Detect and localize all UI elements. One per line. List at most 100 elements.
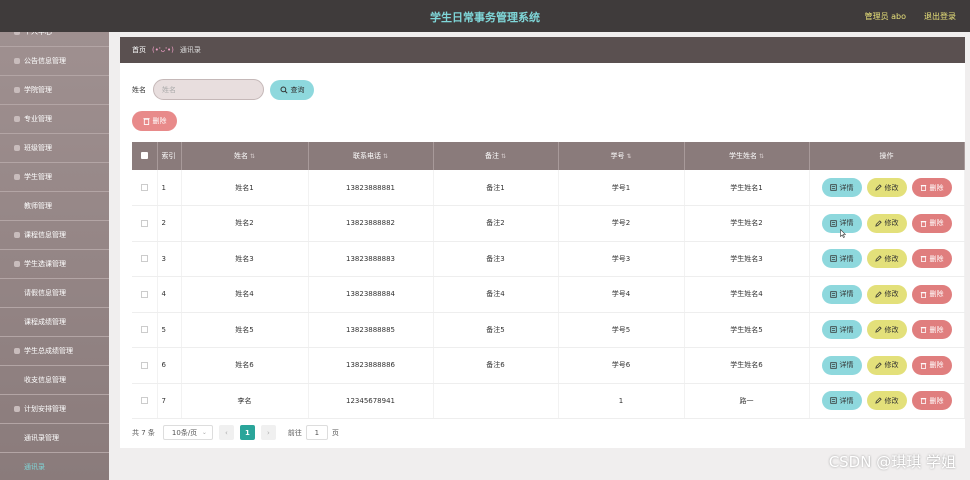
edit-button[interactable]: 修改	[866, 355, 907, 375]
detail-button[interactable]: 详情	[821, 249, 862, 269]
sort-icon[interactable]: ⇅	[626, 153, 631, 160]
edit-button[interactable]: 修改	[866, 284, 907, 304]
row-checkbox[interactable]	[140, 255, 148, 263]
sidebar-item[interactable]: 计划安排管理	[0, 395, 109, 424]
cell-phone: 13823888885	[308, 312, 434, 348]
delete-button[interactable]: 删除	[911, 284, 952, 304]
detail-button[interactable]: 详情	[821, 355, 862, 375]
cell-student-id: 学号5	[558, 312, 685, 348]
menu-icon	[14, 348, 20, 354]
col-student-name[interactable]: 学生姓名 ⇅	[684, 142, 810, 170]
cell-name: 姓名2	[181, 205, 309, 242]
row-select-cell[interactable]	[132, 205, 158, 242]
sort-icon[interactable]: ⇅	[383, 153, 388, 160]
detail-button[interactable]: 详情	[821, 284, 862, 304]
menu-icon	[14, 174, 20, 180]
row-checkbox[interactable]	[140, 326, 148, 334]
sidebar-item[interactable]: 学院管理	[0, 76, 109, 105]
detail-button[interactable]: 详情	[821, 391, 862, 411]
row-select-cell[interactable]	[132, 383, 158, 419]
col-phone[interactable]: 联系电话 ⇅	[308, 142, 434, 170]
row-checkbox[interactable]	[140, 397, 148, 405]
sidebar-item[interactable]: 学生管理	[0, 163, 109, 192]
page-size-select[interactable]: 10条/页 ⌄	[162, 425, 213, 440]
sidebar-item[interactable]: 专业管理	[0, 105, 109, 134]
prev-page-button[interactable]: ‹	[218, 425, 234, 440]
next-page-button[interactable]: ›	[260, 425, 276, 440]
delete-button[interactable]: 删除	[911, 320, 952, 340]
search-input[interactable]: 姓名	[153, 79, 264, 100]
app-title: 学生日常事务管理系统	[430, 11, 540, 24]
row-select-cell[interactable]	[132, 347, 158, 384]
page-number-button[interactable]: 1	[239, 425, 255, 440]
page-size-value: 10条/页	[171, 428, 198, 437]
cell-index: 1	[157, 170, 182, 206]
row-checkbox[interactable]	[140, 184, 148, 191]
delete-button[interactable]: 删除	[911, 391, 952, 411]
row-select-cell[interactable]	[132, 276, 158, 313]
sort-icon[interactable]: ⇅	[250, 153, 255, 160]
sort-icon[interactable]: ⇅	[759, 153, 764, 160]
sidebar-item[interactable]: 教师管理	[0, 192, 109, 221]
chevron-right-icon: ›	[267, 428, 270, 437]
sort-icon[interactable]: ⇅	[501, 153, 506, 160]
trash-icon	[920, 220, 926, 227]
current-user[interactable]: 管理员 abo	[865, 11, 906, 22]
row-checkbox[interactable]	[140, 219, 148, 227]
cell-actions: 详情 修改 删除	[809, 276, 965, 313]
row-select-cell[interactable]	[132, 241, 158, 277]
delete-button[interactable]: 删除	[911, 213, 952, 233]
sidebar-item[interactable]: 个人中心	[0, 32, 109, 47]
sidebar-item-label: 计划安排管理	[24, 405, 66, 413]
edit-button[interactable]: 修改	[866, 391, 907, 411]
content-panel: 姓名 姓名 查询 删除 索引 姓名 ⇅ 联系电话 ⇅ 备注 ⇅ 学号 ⇅ 学生姓名 ⇅ 操…	[120, 63, 965, 448]
edit-icon	[874, 397, 882, 404]
edit-button[interactable]: 修改	[866, 320, 907, 340]
sidebar-item[interactable]: 收支信息管理	[0, 366, 109, 395]
edit-button[interactable]: 修改	[866, 249, 907, 269]
sidebar-item[interactable]: 通讯录	[0, 453, 109, 480]
sidebar-item[interactable]: 学生总成绩管理	[0, 337, 109, 366]
batch-delete-button[interactable]: 删除	[132, 111, 177, 131]
detail-icon	[829, 397, 837, 404]
table-row: 7 李名 12345678941 1 路一 详情 修改 删除	[132, 383, 965, 419]
batch-delete-label: 删除	[152, 117, 167, 125]
row-checkbox[interactable]	[140, 361, 148, 369]
sidebar-item[interactable]: 学生选课管理	[0, 250, 109, 279]
row-select-cell[interactable]	[132, 170, 158, 206]
table-row: 5 姓名5 13823888885 备注5 学号5 学生姓名5 详情 修改 删除	[132, 312, 965, 348]
sidebar-item[interactable]: 课程信息管理	[0, 221, 109, 250]
detail-icon	[829, 255, 837, 262]
delete-button[interactable]: 删除	[911, 249, 952, 269]
sidebar-item[interactable]: 班级管理	[0, 134, 109, 163]
delete-button[interactable]: 删除	[911, 355, 952, 375]
edit-button[interactable]: 修改	[866, 213, 907, 233]
row-checkbox[interactable]	[140, 290, 148, 298]
col-student-id[interactable]: 学号 ⇅	[558, 142, 685, 170]
select-all-checkbox[interactable]	[140, 151, 148, 159]
detail-button[interactable]: 详情	[821, 320, 862, 340]
query-button[interactable]: 查询	[270, 79, 314, 100]
search-icon	[279, 85, 288, 94]
sidebar-item[interactable]: 公告信息管理	[0, 47, 109, 76]
goto-page-input[interactable]: 1	[305, 425, 328, 440]
detail-label: 详情	[839, 325, 854, 334]
sidebar-item[interactable]: 课程成绩管理	[0, 308, 109, 337]
logout-link[interactable]: 退出登录	[924, 11, 956, 22]
sidebar-item[interactable]: 通讯录管理	[0, 424, 109, 453]
row-select-cell[interactable]	[132, 312, 158, 348]
edit-button[interactable]: 修改	[866, 178, 907, 197]
cell-student-name: 学生姓名1	[684, 170, 810, 206]
col-name[interactable]: 姓名 ⇅	[181, 142, 309, 170]
cell-note: 备注3	[433, 241, 559, 277]
breadcrumb-home[interactable]: 首页	[132, 45, 146, 55]
select-all-cell[interactable]	[132, 142, 158, 170]
cell-index: 6	[157, 347, 182, 384]
trash-icon	[920, 398, 926, 405]
cell-student-name: 学生姓名4	[684, 276, 810, 313]
delete-button[interactable]: 删除	[911, 178, 952, 197]
detail-button[interactable]: 详情	[821, 178, 862, 197]
sidebar-item[interactable]: 请假信息管理	[0, 279, 109, 308]
trash-icon	[920, 362, 926, 369]
col-note[interactable]: 备注 ⇅	[433, 142, 559, 170]
